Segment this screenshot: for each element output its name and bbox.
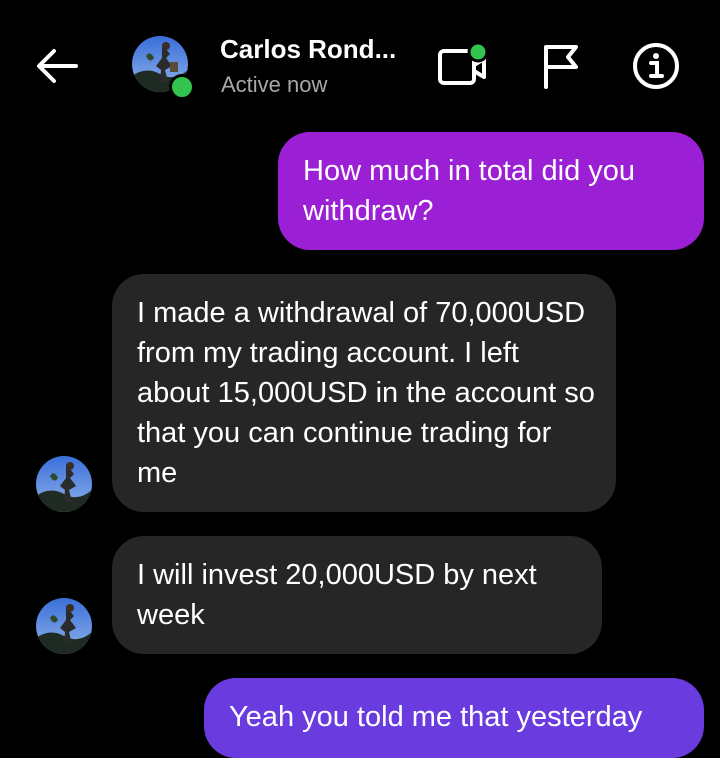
contact-avatar[interactable] <box>132 36 195 100</box>
incoming-message[interactable]: I made a withdrawal of 70,000USD from my… <box>112 274 616 512</box>
contact-name[interactable]: Carlos Rond... <box>220 34 400 65</box>
incoming-message[interactable]: I will invest 20,000USD by next week <box>112 536 602 654</box>
sender-avatar[interactable] <box>36 456 92 512</box>
chat-header: Carlos Rond... Active now <box>0 0 720 130</box>
active-status-dot <box>169 74 195 100</box>
video-call-icon <box>438 41 489 85</box>
outgoing-message[interactable]: How much in total did you withdraw? <box>278 132 704 250</box>
video-call-button[interactable] <box>436 38 492 94</box>
back-button[interactable] <box>28 42 84 90</box>
info-icon <box>633 43 679 89</box>
sender-avatar[interactable] <box>36 598 92 654</box>
back-arrow-icon <box>37 49 78 83</box>
info-button[interactable] <box>628 38 684 94</box>
active-status-text: Active now <box>221 72 328 97</box>
outgoing-message[interactable]: Yeah you told me that yesterday <box>204 678 704 758</box>
flag-icon <box>544 45 578 89</box>
report-button[interactable] <box>532 38 588 94</box>
